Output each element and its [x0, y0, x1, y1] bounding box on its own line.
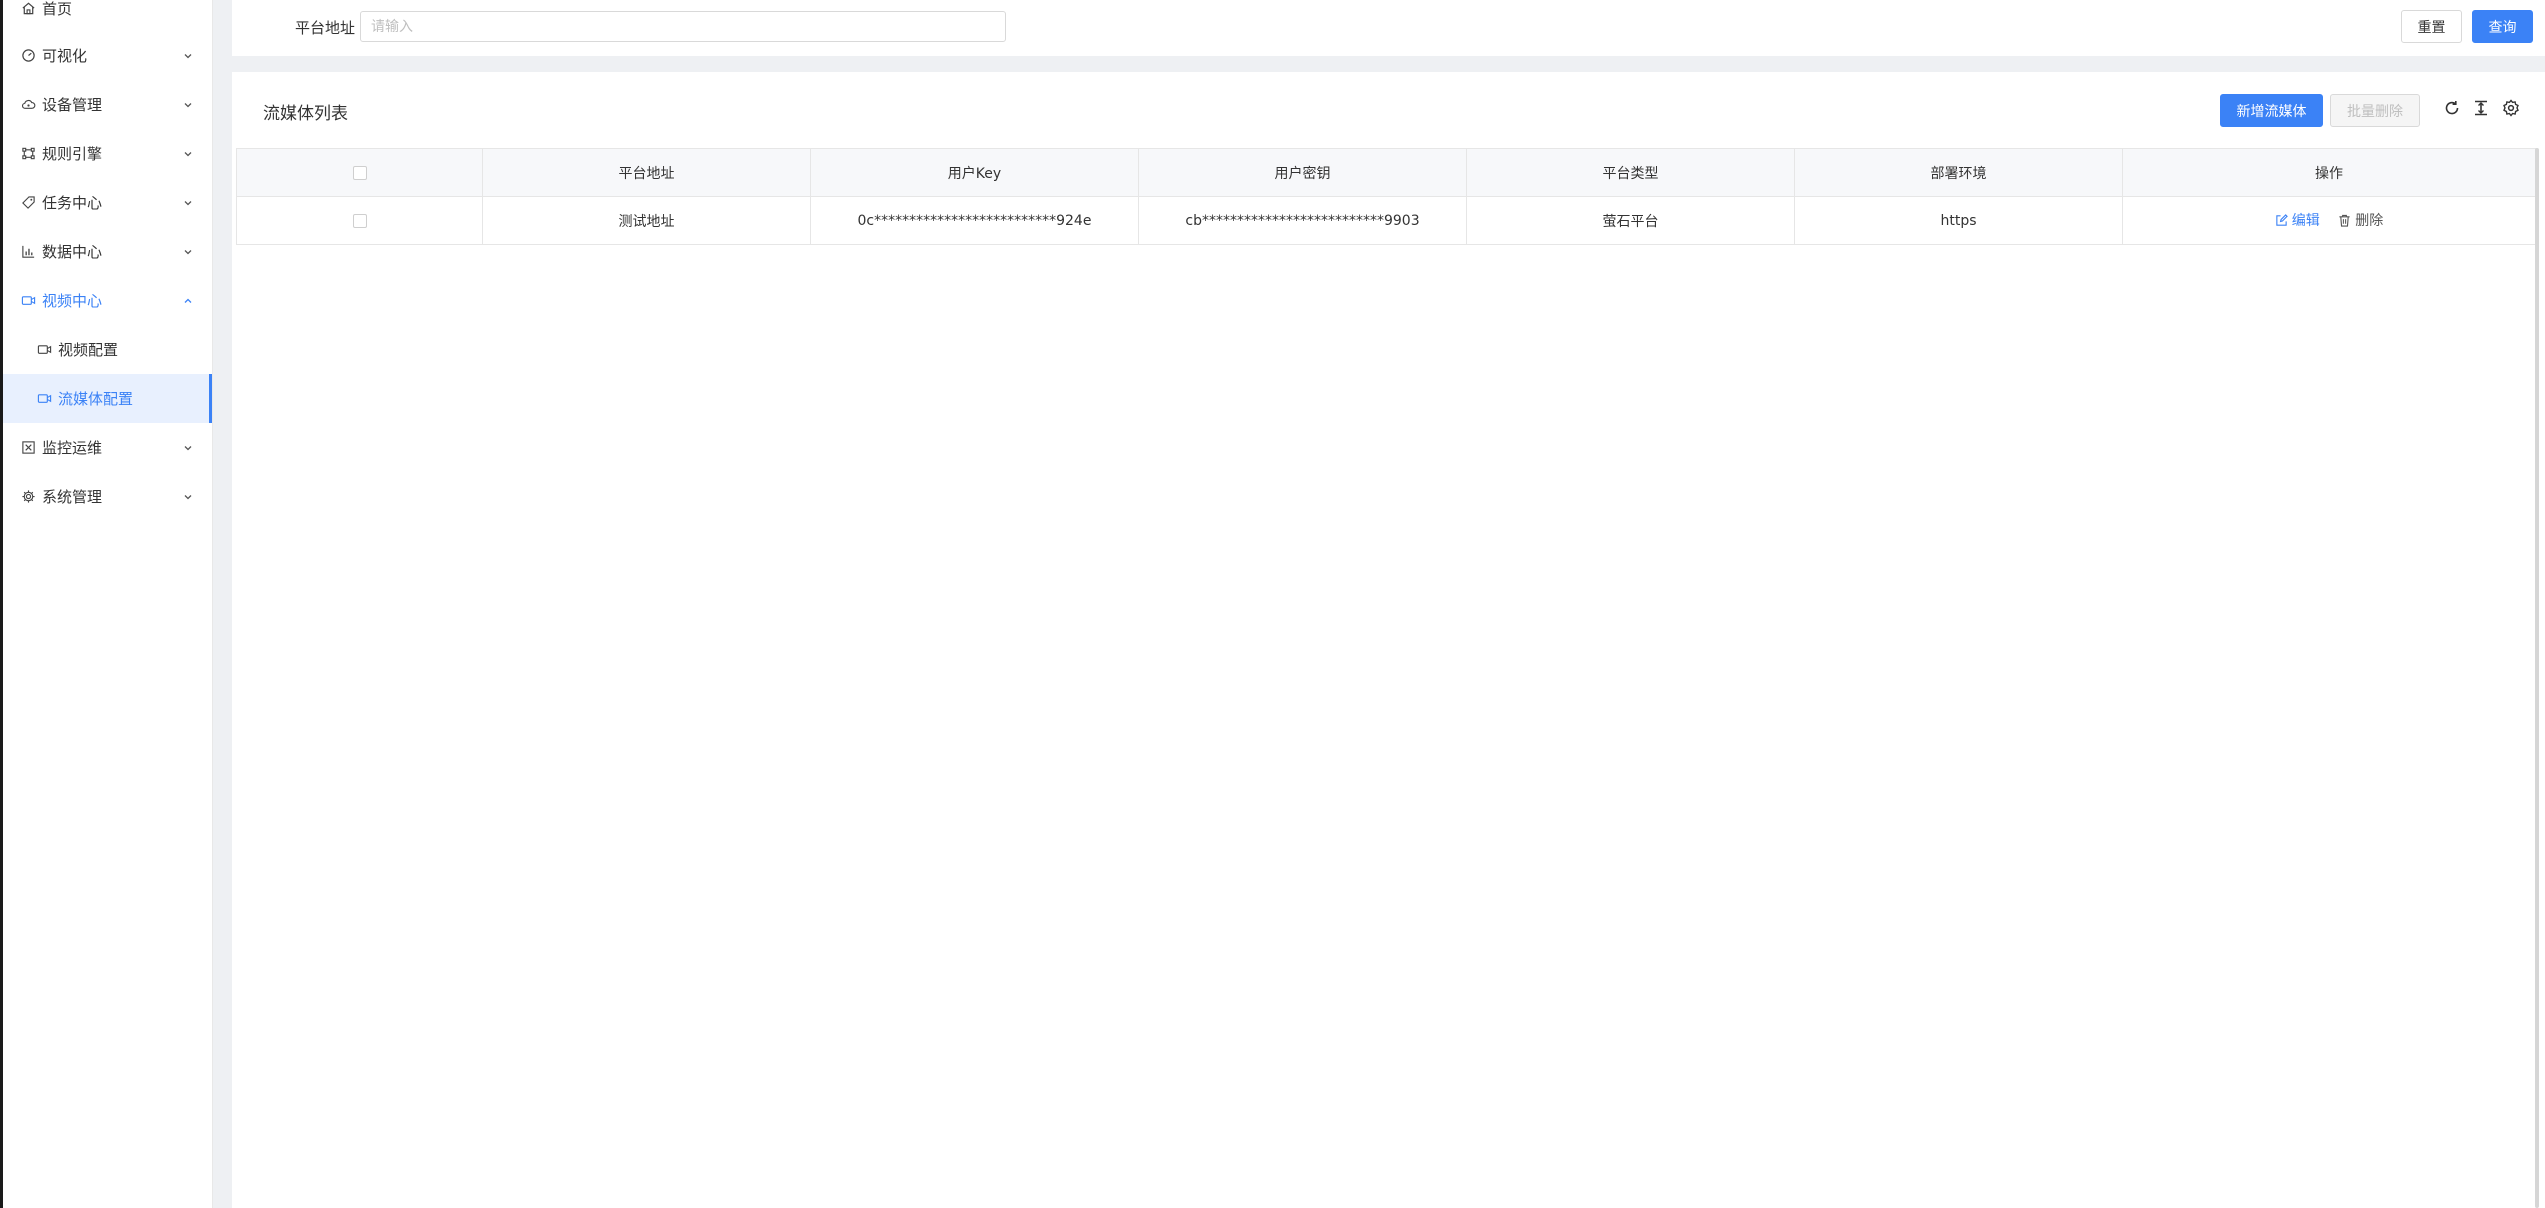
- sidebar-subitem-stream-config[interactable]: 流媒体配置: [3, 374, 212, 423]
- user-key-cell: 0c**************************924e: [810, 196, 1139, 245]
- actions-cell: 编辑 删除: [2122, 196, 2536, 245]
- deploy-env-cell: https: [1794, 196, 2123, 245]
- video-icon: [19, 292, 37, 310]
- settings-icon[interactable]: [2500, 97, 2522, 119]
- gauge-icon: [19, 47, 37, 65]
- column-header: 用户密钥: [1138, 148, 1467, 197]
- sidebar-item-label: 可视化: [42, 47, 88, 65]
- platform-type-cell: 萤石平台: [1466, 196, 1795, 245]
- query-button[interactable]: 查询: [2472, 10, 2533, 43]
- cloud-device-icon: [19, 96, 37, 114]
- sidebar-subitem-label: 视频配置: [58, 341, 119, 359]
- user-secret-cell: cb**************************9903: [1138, 196, 1467, 245]
- platform-address-cell: 测试地址: [482, 196, 811, 245]
- column-header: 部署环境: [1794, 148, 2123, 197]
- platform-address-label: 平台地址: [295, 19, 356, 37]
- table-scrollbar[interactable]: [2535, 148, 2539, 1208]
- chevron-down-icon: [182, 442, 194, 454]
- sidebar-item-system-management[interactable]: 系统管理: [3, 472, 212, 521]
- stream-list-panel: 流媒体列表 新增流媒体 批量删除 平台地址 用户Key 用户密钥 平台类型 部署…: [232, 72, 2545, 1208]
- sidebar-item-label: 首页: [42, 0, 73, 18]
- table-header-row: 平台地址 用户Key 用户密钥 平台类型 部署环境 操作: [236, 148, 2536, 197]
- sidebar-item-rule-engine[interactable]: 规则引擎: [3, 129, 212, 178]
- chevron-down-icon: [182, 246, 194, 258]
- list-title: 流媒体列表: [263, 104, 348, 124]
- sidebar-subitem-label: 流媒体配置: [58, 390, 134, 408]
- edit-icon: [2276, 213, 2288, 226]
- edit-label: 编辑: [2291, 213, 2320, 230]
- chevron-down-icon: [182, 148, 194, 160]
- search-panel: 平台地址 重置 查询: [232, 0, 2545, 56]
- batch-delete-button[interactable]: 批量删除: [2330, 94, 2420, 127]
- sidebar-item-task-center[interactable]: 任务中心: [3, 178, 212, 227]
- table-row: 测试地址 0c**************************924e cb…: [236, 196, 2536, 245]
- tag-icon: [19, 194, 37, 212]
- stream-config-icon: [35, 389, 53, 407]
- sidebar-item-label: 设备管理: [42, 96, 103, 114]
- add-stream-button[interactable]: 新增流媒体: [2220, 94, 2323, 127]
- gear-icon: [19, 488, 37, 506]
- chevron-down-icon: [182, 50, 194, 62]
- trash-icon: [2339, 214, 2350, 227]
- sidebar-item-visualization[interactable]: 可视化: [3, 31, 212, 80]
- column-header: 用户Key: [810, 148, 1139, 197]
- rule-engine-icon: [19, 145, 37, 163]
- video-config-icon: [35, 340, 53, 358]
- home-icon: [19, 0, 37, 18]
- stream-table: 平台地址 用户Key 用户密钥 平台类型 部署环境 操作 测试地址 0c****…: [236, 148, 2536, 245]
- sidebar-item-device-management[interactable]: 设备管理: [3, 80, 212, 129]
- bar-chart-icon: [19, 243, 37, 261]
- row-select-cell: [236, 196, 483, 245]
- sidebar-item-monitoring[interactable]: 监控运维: [3, 423, 212, 472]
- sidebar-item-data-center[interactable]: 数据中心: [3, 227, 212, 276]
- column-header: 平台地址: [482, 148, 811, 197]
- platform-address-input[interactable]: [360, 11, 1006, 42]
- sidebar-item-label: 视频中心: [42, 292, 103, 310]
- row-checkbox[interactable]: [352, 213, 367, 228]
- monitor-icon: [19, 439, 37, 457]
- select-all-checkbox[interactable]: [352, 165, 367, 180]
- sidebar-item-label: 系统管理: [42, 488, 103, 506]
- sidebar: 首页 可视化 设备管理 规则引擎 任务中心 数据中心 视频中心 视频配置 流媒体…: [3, 0, 213, 1208]
- edit-button[interactable]: 编辑: [2275, 210, 2320, 230]
- sidebar-item-label: 监控运维: [42, 439, 103, 457]
- delete-label: 删除: [2355, 213, 2384, 230]
- sidebar-subitem-video-config[interactable]: 视频配置: [3, 325, 212, 374]
- select-all-cell: [236, 148, 483, 197]
- reset-button[interactable]: 重置: [2401, 10, 2462, 43]
- sidebar-item-label: 规则引擎: [42, 145, 103, 163]
- chevron-down-icon: [182, 197, 194, 209]
- sidebar-item-home[interactable]: 首页: [3, 0, 212, 33]
- column-header: 操作: [2122, 148, 2536, 197]
- column-height-icon[interactable]: [2470, 97, 2492, 119]
- delete-button[interactable]: 删除: [2338, 210, 2383, 230]
- sidebar-item-video-center[interactable]: 视频中心: [3, 276, 212, 325]
- column-header: 平台类型: [1466, 148, 1795, 197]
- chevron-down-icon: [182, 99, 194, 111]
- refresh-icon[interactable]: [2441, 97, 2463, 119]
- chevron-up-icon: [182, 295, 194, 307]
- sidebar-item-label: 数据中心: [42, 243, 103, 261]
- chevron-down-icon: [182, 491, 194, 503]
- sidebar-item-label: 任务中心: [42, 194, 103, 212]
